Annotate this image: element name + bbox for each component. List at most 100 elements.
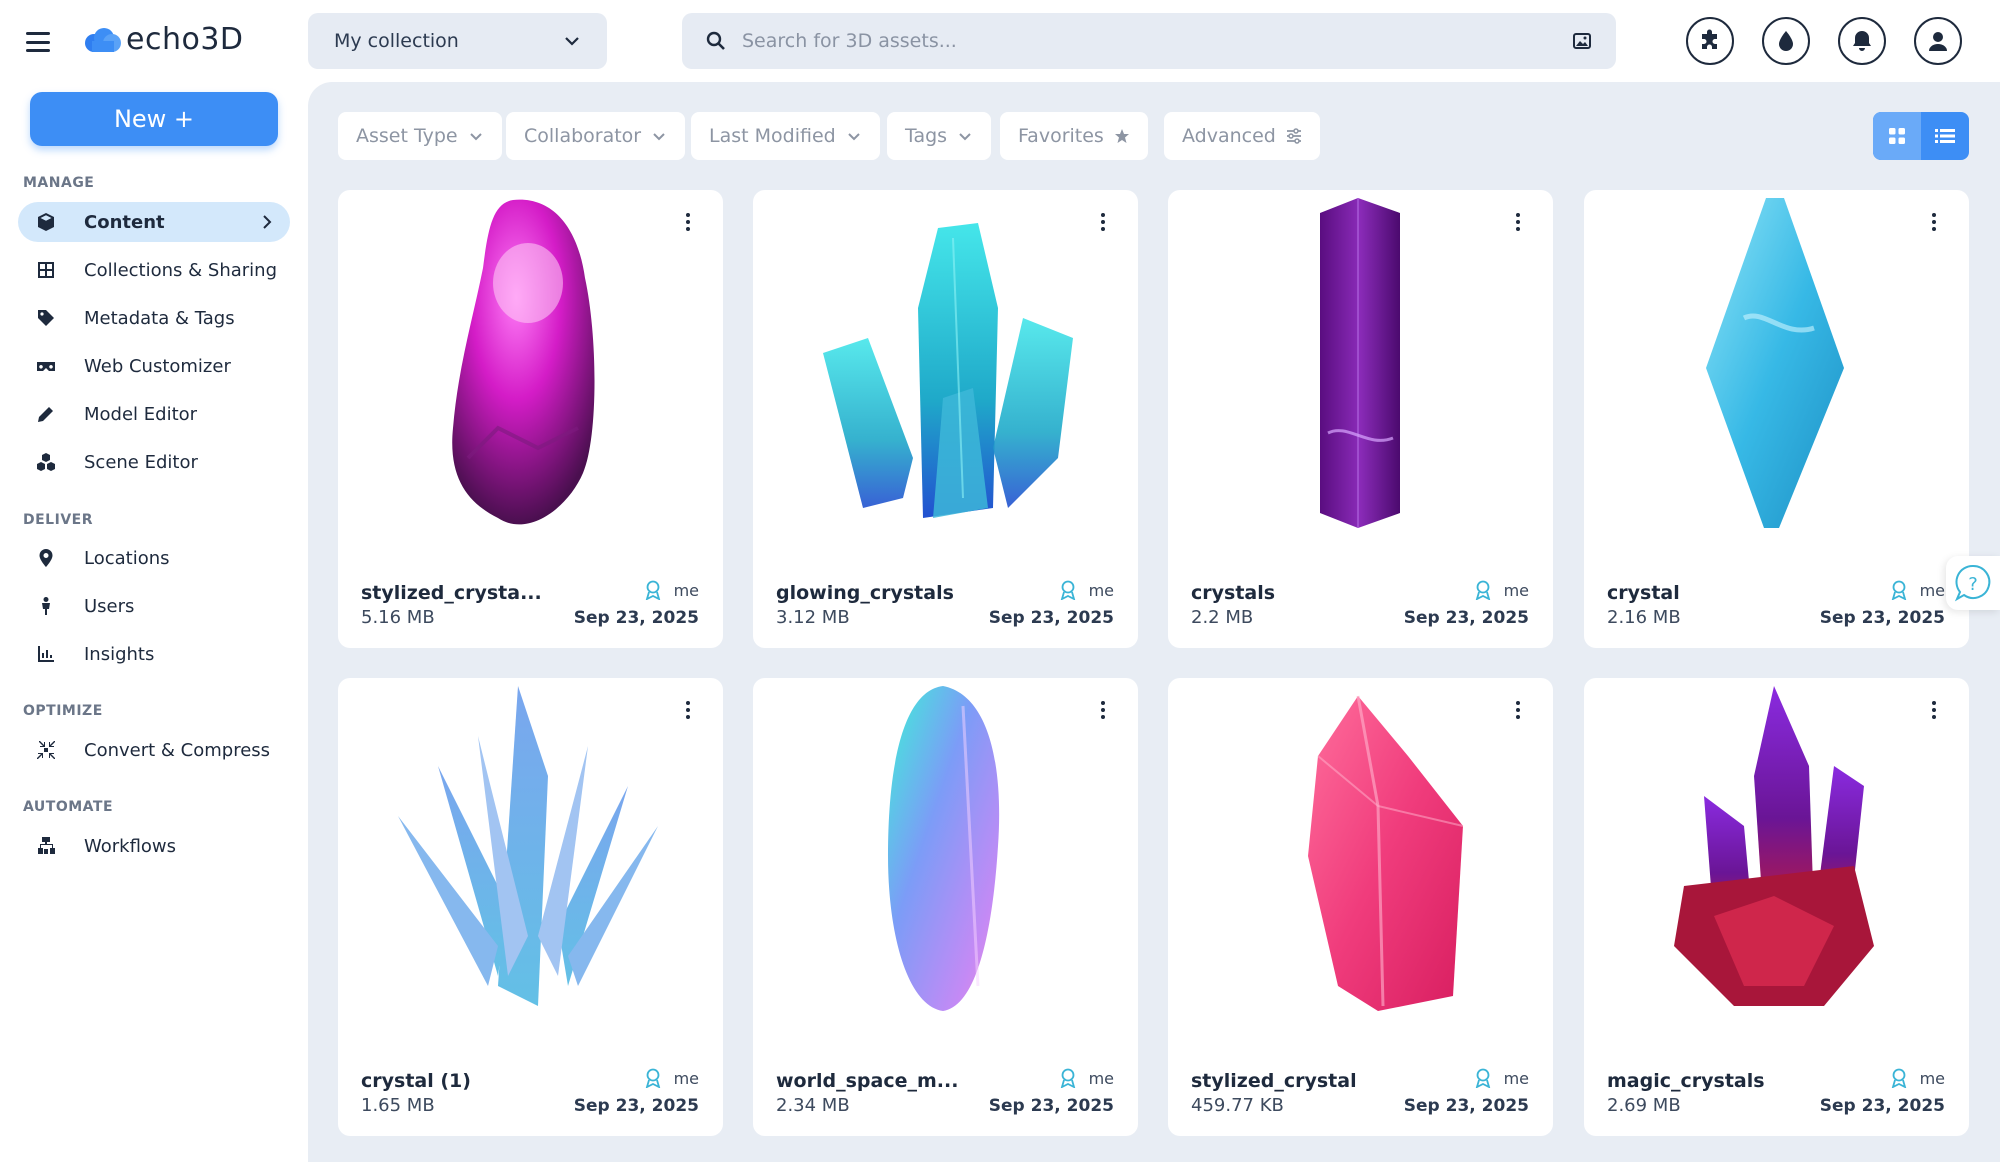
- main-content: Asset Type Collaborator Last Modified Ta…: [308, 82, 2000, 1162]
- asset-name: stylized_crystal: [1191, 1070, 1357, 1092]
- asset-owner: me: [1059, 1068, 1114, 1088]
- crystal-thumbnail-image: [1674, 686, 1874, 1006]
- asset-card[interactable]: world_space_m... 2.34 MB me Sep 23, 2025: [753, 678, 1138, 1136]
- asset-date: Sep 23, 2025: [1819, 1096, 1945, 1116]
- owner-label: me: [1088, 1068, 1114, 1088]
- droplet-icon[interactable]: [1762, 17, 1810, 65]
- filter-label: Tags: [905, 125, 948, 147]
- more-options-icon[interactable]: [1509, 696, 1527, 724]
- asset-thumbnail: [793, 686, 1098, 1016]
- more-options-icon[interactable]: [1094, 208, 1112, 236]
- cubes-icon: [32, 452, 60, 472]
- search-icon: [706, 31, 725, 50]
- asset-thumbnail: [793, 198, 1098, 528]
- star-icon: [1114, 129, 1129, 143]
- sidebar-item-scene-editor[interactable]: Scene Editor: [18, 442, 290, 482]
- asset-date: Sep 23, 2025: [1819, 608, 1945, 628]
- grid-view-icon: [1889, 128, 1905, 144]
- asset-card[interactable]: stylized_crysta... 5.16 MB me Sep 23, 20…: [338, 190, 723, 648]
- section-label-deliver: DELIVER: [23, 512, 93, 528]
- owner-icon: [1475, 580, 1490, 600]
- asset-size: 2.69 MB: [1607, 1095, 1681, 1116]
- asset-thumbnail: [1624, 686, 1929, 1016]
- more-options-icon[interactable]: [1925, 696, 1943, 724]
- collection-select-value: My collection: [334, 30, 459, 52]
- svg-text:?: ?: [1968, 574, 1978, 595]
- asset-date: Sep 23, 2025: [1403, 1096, 1529, 1116]
- chevron-down-icon: [959, 133, 971, 141]
- more-options-icon[interactable]: [1925, 208, 1943, 236]
- sidebar-item-users[interactable]: Users: [18, 586, 290, 626]
- asset-card[interactable]: crystal (1) 1.65 MB me Sep 23, 2025: [338, 678, 723, 1136]
- owner-icon: [1891, 580, 1906, 600]
- sidebar-item-convert[interactable]: Convert & Compress: [18, 730, 290, 770]
- compress-icon: [32, 740, 60, 760]
- more-options-icon[interactable]: [1509, 208, 1527, 236]
- asset-owner: me: [644, 580, 699, 600]
- asset-card[interactable]: glowing_crystals 3.12 MB me Sep 23, 2025: [753, 190, 1138, 648]
- filter-last-modified[interactable]: Last Modified: [691, 112, 880, 160]
- help-button[interactable]: ?: [1946, 556, 2000, 610]
- list-view-button[interactable]: [1921, 112, 1969, 160]
- sidebar-item-label: Scene Editor: [84, 451, 198, 473]
- chevron-down-icon: [653, 133, 665, 141]
- grid-view-button[interactable]: [1873, 112, 1921, 160]
- asset-owner: me: [1474, 580, 1529, 600]
- sidebar-item-content[interactable]: Content: [18, 202, 290, 242]
- filter-label: Last Modified: [709, 125, 836, 147]
- more-options-icon[interactable]: [679, 208, 697, 236]
- sidebar-item-metadata[interactable]: Metadata & Tags: [18, 298, 290, 338]
- cube-icon: [32, 212, 60, 232]
- sidebar-item-model-editor[interactable]: Model Editor: [18, 394, 290, 434]
- filter-advanced[interactable]: Advanced: [1164, 112, 1320, 160]
- crystal-thumbnail-image: [452, 199, 595, 525]
- sidebar-item-label: Web Customizer: [84, 355, 231, 377]
- sidebar-item-collections[interactable]: Collections & Sharing: [18, 250, 290, 290]
- more-options-icon[interactable]: [679, 696, 697, 724]
- asset-size: 1.65 MB: [361, 1095, 435, 1116]
- search-input[interactable]: [742, 30, 1572, 52]
- bell-icon[interactable]: [1838, 17, 1886, 65]
- pencil-icon: [32, 404, 60, 424]
- sidebar-item-web-customizer[interactable]: Web Customizer: [18, 346, 290, 386]
- filter-asset-type[interactable]: Asset Type: [338, 112, 502, 160]
- filter-label: Collaborator: [524, 125, 642, 147]
- asset-owner: me: [1890, 1068, 1945, 1088]
- filter-collaborator[interactable]: Collaborator: [506, 112, 686, 160]
- list-view-icon: [1935, 129, 1955, 143]
- asset-name: crystal (1): [361, 1070, 471, 1092]
- sidebar-item-locations[interactable]: Locations: [18, 538, 290, 578]
- more-options-icon[interactable]: [1094, 696, 1112, 724]
- user-icon[interactable]: [1914, 17, 1962, 65]
- grid-icon: [32, 260, 60, 280]
- asset-card[interactable]: crystal 2.16 MB me Sep 23, 2025: [1584, 190, 1969, 648]
- asset-owner: me: [1059, 580, 1114, 600]
- asset-owner: me: [644, 1068, 699, 1088]
- asset-thumbnail: [378, 686, 683, 1016]
- sidebar-item-label: Collections & Sharing: [84, 259, 277, 281]
- owner-label: me: [1503, 580, 1529, 600]
- filter-tags[interactable]: Tags: [887, 112, 992, 160]
- echo3d-logo[interactable]: echo3D: [82, 22, 244, 57]
- asset-card[interactable]: stylized_crystal 459.77 KB me Sep 23, 20…: [1168, 678, 1553, 1136]
- view-toggle: [1873, 112, 1969, 160]
- asset-card[interactable]: magic_crystals 2.69 MB me Sep 23, 2025: [1584, 678, 1969, 1136]
- owner-label: me: [1088, 580, 1114, 600]
- owner-icon: [645, 1068, 660, 1088]
- help-icon: ?: [1954, 564, 1991, 602]
- sidebar-item-workflows[interactable]: Workflows: [18, 826, 290, 866]
- asset-thumbnail: [378, 198, 683, 528]
- collection-select[interactable]: My collection: [308, 13, 607, 69]
- menu-icon[interactable]: [26, 32, 50, 52]
- sidebar-item-label: Locations: [84, 547, 170, 569]
- puzzle-icon[interactable]: [1686, 17, 1734, 65]
- owner-label: me: [1919, 580, 1945, 600]
- crystal-thumbnail-image: [888, 686, 1000, 1011]
- filter-label: Advanced: [1182, 125, 1276, 147]
- chevron-down-icon: [847, 133, 860, 141]
- filter-favorites[interactable]: Favorites: [1000, 112, 1148, 160]
- asset-card[interactable]: crystals 2.2 MB me Sep 23, 2025: [1168, 190, 1553, 648]
- sidebar-item-insights[interactable]: Insights: [18, 634, 290, 674]
- new-button[interactable]: New +: [30, 92, 278, 146]
- image-search-icon[interactable]: [1572, 31, 1592, 51]
